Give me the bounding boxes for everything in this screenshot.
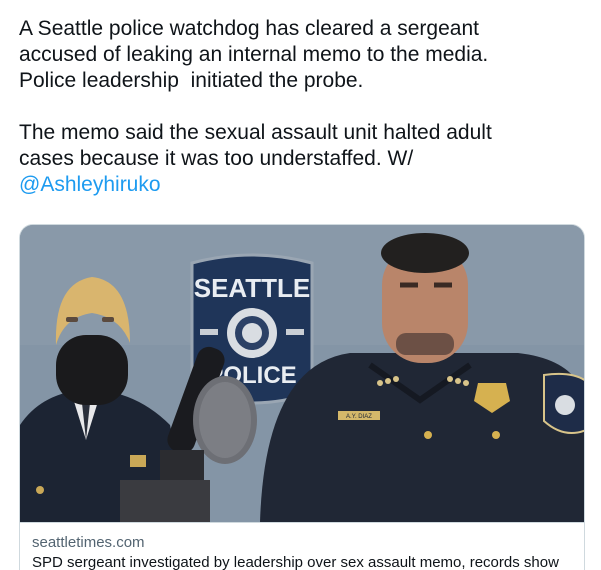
emblem-top-text: SEATTLE	[194, 273, 311, 303]
name-plate-text: A.Y. DIAZ	[346, 414, 372, 420]
user-mention-link[interactable]: @Ashleyhiruko	[19, 173, 161, 196]
tweet-line: accused of leaking an internal memo to t…	[19, 43, 489, 66]
card-headline[interactable]: SPD sergeant investigated by leadership …	[32, 553, 572, 570]
tweet-line: Police leadership initiated the probe.	[19, 69, 364, 92]
shoulder-patch	[543, 372, 584, 434]
press-conference-photo: SEATTLE POLICE A.Y. DIAZ	[20, 225, 584, 522]
tweet-line: A Seattle police watchdog has cleared a …	[19, 17, 479, 40]
link-preview-card[interactable]: SEATTLE POLICE A.Y. DIAZ seattletimes.co…	[19, 224, 585, 570]
card-domain: seattletimes.com	[32, 534, 145, 551]
tweet-line: cases because it was too understaffed. W…	[19, 147, 414, 170]
tweet-line: The memo said the sexual assault unit ha…	[19, 121, 492, 144]
card-meta[interactable]: seattletimes.com SPD sergeant investigat…	[20, 522, 584, 570]
tweet-text: A Seattle police watchdog has cleared a …	[19, 16, 589, 198]
card-image[interactable]: SEATTLE POLICE A.Y. DIAZ	[20, 225, 584, 522]
